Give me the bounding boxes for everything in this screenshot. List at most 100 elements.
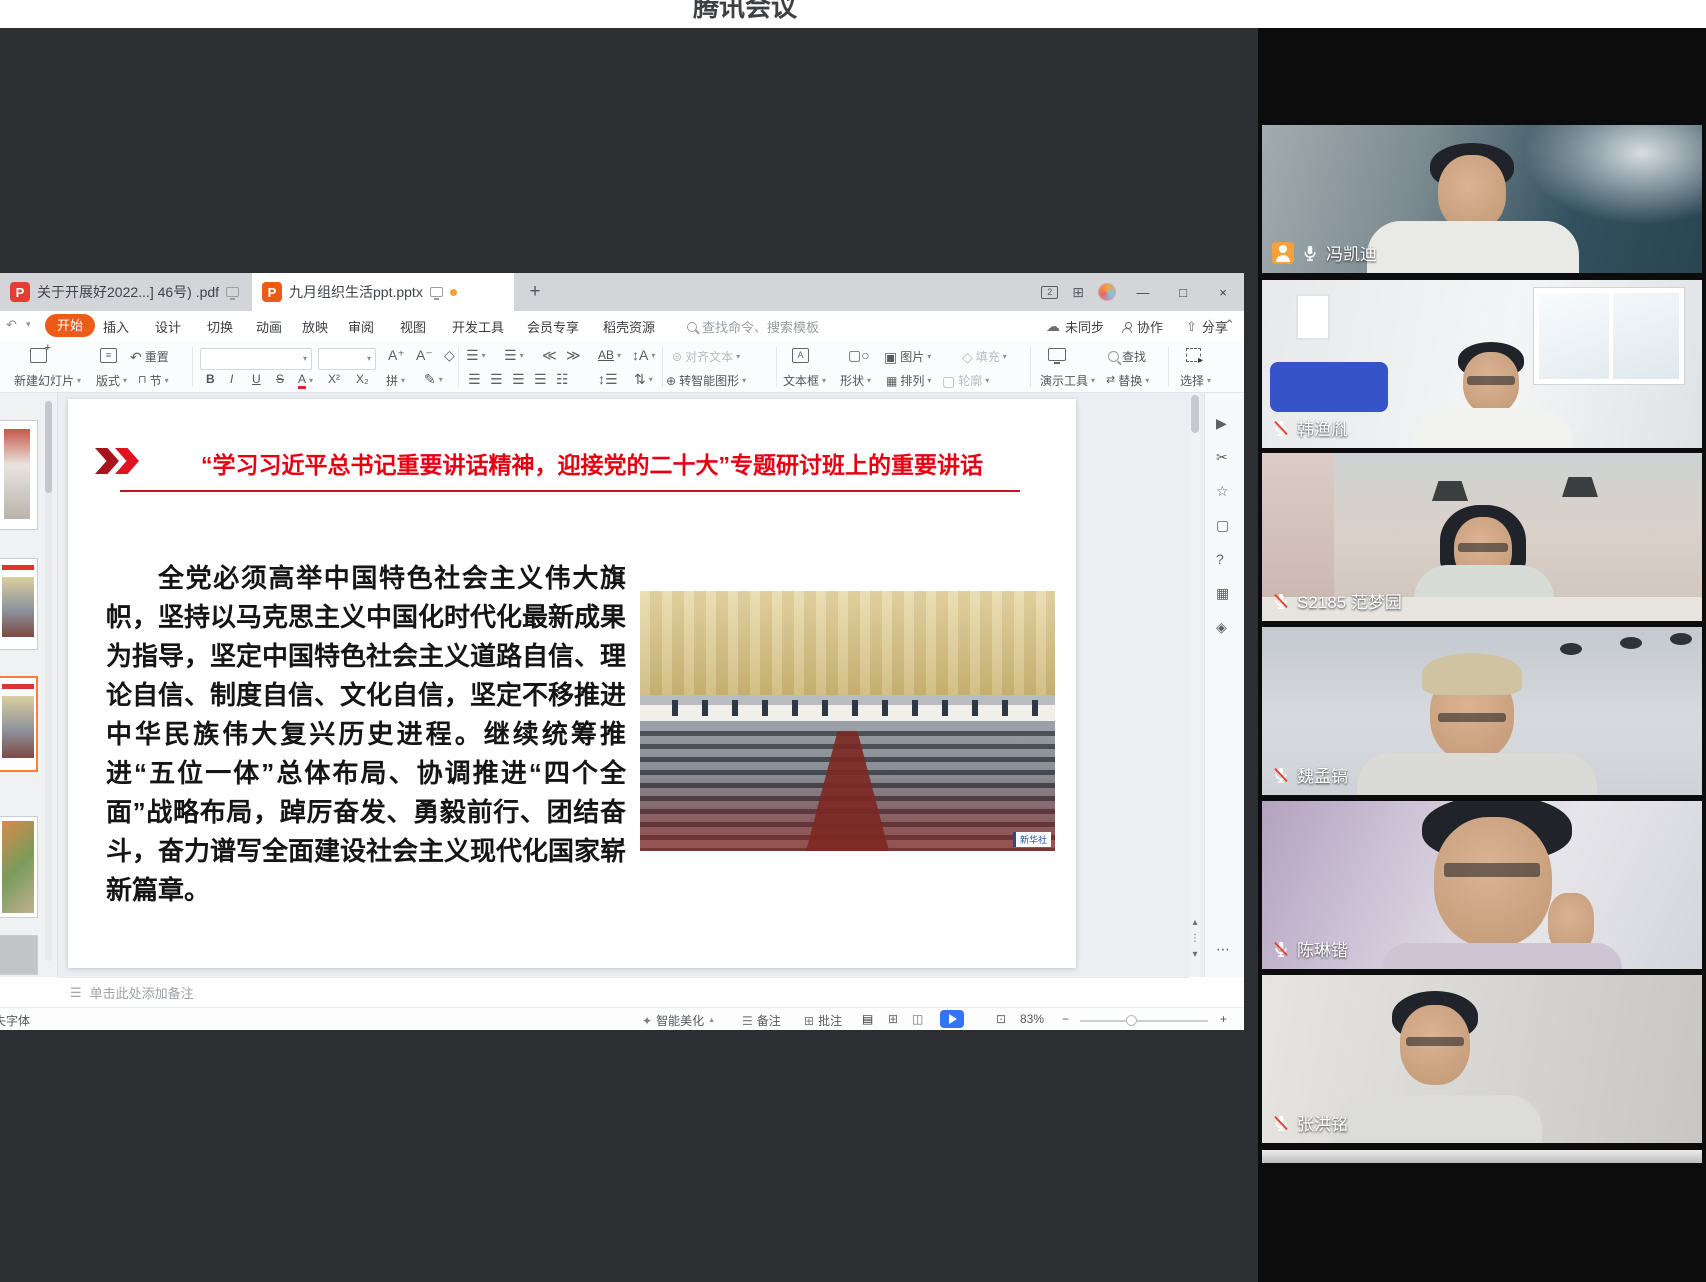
normal-view-icon[interactable]: ▤ xyxy=(862,1012,873,1026)
minimize-button[interactable]: — xyxy=(1130,285,1156,300)
pinyin-guide-button[interactable]: 拼▾ xyxy=(386,372,405,389)
fill-button[interactable]: ◇填充▾ xyxy=(962,348,1007,365)
quick-access-chevron-icon[interactable]: ▾ xyxy=(26,319,31,330)
slide-sorter-view-icon[interactable]: ⊞ xyxy=(888,1012,898,1026)
strikethrough-button[interactable]: S xyxy=(276,372,284,386)
distribute-icon[interactable]: ☷ xyxy=(556,372,569,386)
text-direction-icon[interactable]: AB▾ xyxy=(598,348,621,362)
participant-tile[interactable]: 冯凯迪 xyxy=(1262,125,1702,273)
layout-icon[interactable]: ≡ xyxy=(100,348,117,363)
participant-tile[interactable]: 张洪铭 xyxy=(1262,975,1702,1143)
menu-slideshow[interactable]: 放映 xyxy=(302,317,328,336)
outline-button[interactable]: ▢轮廓▾ xyxy=(942,372,989,389)
decrease-indent-icon[interactable]: ≪ xyxy=(542,348,557,362)
slide-scrollbar[interactable] xyxy=(1190,393,1200,977)
textbox-icon[interactable]: A xyxy=(792,348,809,363)
increase-indent-icon[interactable]: ≫ xyxy=(566,348,581,362)
slide-thumbnail-2[interactable] xyxy=(0,558,38,650)
diamond-tool-icon[interactable]: ◈ xyxy=(1216,619,1227,636)
slide-nav-icon[interactable]: ⋮ xyxy=(1186,933,1204,944)
section-button[interactable]: ⊓节▾ xyxy=(138,372,169,389)
tab-pdf-document[interactable]: P 关于开展好2022...] 46号) .pdf xyxy=(0,273,252,311)
bold-button[interactable]: B xyxy=(206,372,215,386)
participant-tile[interactable]: S2185 范梦园 xyxy=(1262,453,1702,621)
fit-slide-icon[interactable]: ⊡ xyxy=(996,1012,1006,1026)
layout-button[interactable]: 版式▾ xyxy=(96,372,127,389)
select-icon[interactable] xyxy=(1186,348,1201,362)
underline-button[interactable]: U xyxy=(252,372,261,386)
to-smart-graphic-button[interactable]: ⊕转智能图形▾ xyxy=(666,372,746,389)
picture-button[interactable]: ▣图片▾ xyxy=(884,348,931,365)
zoom-slider-track[interactable] xyxy=(1080,1020,1208,1022)
notes-bar[interactable]: ☰ 单击此处添加备注 xyxy=(58,977,1190,1007)
numbered-list-icon[interactable]: ☰▾ xyxy=(504,348,524,362)
align-right-icon[interactable]: ☰ xyxy=(512,372,525,386)
start-slideshow-button[interactable] xyxy=(940,1010,964,1028)
italic-button[interactable]: I xyxy=(230,372,233,386)
star-favorite-icon[interactable]: ☆ xyxy=(1216,483,1229,500)
undo-icon[interactable]: ↶ xyxy=(6,317,17,333)
slide-canvas[interactable]: “学习习近平总书记重要讲话精神，迎接党的二十大”专题研讨班上的重要讲话 全党必须… xyxy=(68,399,1076,968)
more-menu-icon[interactable]: ⋮ xyxy=(1203,317,1216,333)
participant-tile[interactable]: 陈琳锴 xyxy=(1262,801,1702,969)
find-button[interactable]: 查找 xyxy=(1108,348,1146,365)
menu-home[interactable]: 开始 xyxy=(45,314,95,337)
zoom-level[interactable]: 83% xyxy=(1020,1012,1044,1026)
slide-thumbnail-1[interactable] xyxy=(0,420,38,530)
new-tab-button[interactable]: + xyxy=(522,279,548,305)
bullet-list-icon[interactable]: ☰▾ xyxy=(466,348,486,362)
zoom-in-button[interactable]: + xyxy=(1220,1012,1227,1026)
next-slide-icon[interactable]: ▾ xyxy=(1186,949,1204,960)
reading-view-icon[interactable]: ◫ xyxy=(912,1012,923,1026)
select-button[interactable]: 选择▾ xyxy=(1180,372,1211,389)
clear-format-icon[interactable]: ◇ xyxy=(444,348,455,362)
shape-button[interactable]: 形状▾ xyxy=(840,372,871,389)
highlighter-button[interactable]: ✎▾ xyxy=(424,372,443,386)
gallery-tool-icon[interactable]: ▦ xyxy=(1216,585,1229,602)
font-color-button[interactable]: A▾ xyxy=(298,372,313,389)
crop-tool-icon[interactable]: ✂ xyxy=(1216,449,1228,466)
help-icon[interactable]: ? xyxy=(1216,551,1224,567)
menu-insert[interactable]: 插入 xyxy=(103,317,129,336)
more-tools-icon[interactable]: ⋯ xyxy=(1216,941,1230,958)
menu-review[interactable]: 审阅 xyxy=(348,317,374,336)
apps-grid-icon[interactable]: ⊞ xyxy=(1072,285,1084,299)
decrease-font-icon[interactable]: A⁻ xyxy=(416,348,433,362)
slide-thumbnail-5[interactable] xyxy=(0,935,38,975)
menu-animation[interactable]: 动画 xyxy=(256,317,282,336)
menu-transition[interactable]: 切换 xyxy=(207,317,233,336)
command-search[interactable]: 查找命令、搜索模板 xyxy=(687,317,819,336)
account-avatar[interactable] xyxy=(1098,283,1116,301)
line-spacing-icon[interactable]: ↕A▾ xyxy=(632,348,655,362)
align-text-button[interactable]: ⊜对齐文本▾ xyxy=(672,348,740,365)
menu-view[interactable]: 视图 xyxy=(400,317,426,336)
paragraph-spacing-icon[interactable]: ⇅▾ xyxy=(634,372,653,386)
menu-templates[interactable]: 稻壳资源 xyxy=(603,317,655,336)
new-slide-icon[interactable] xyxy=(30,348,47,363)
zoom-slider-knob[interactable] xyxy=(1126,1015,1137,1026)
previous-slide-icon[interactable]: ▴ xyxy=(1186,917,1204,928)
missing-font-warning[interactable]: 失字体 xyxy=(0,1012,30,1029)
zoom-out-button[interactable]: − xyxy=(1062,1012,1069,1026)
subscript-button[interactable]: X₂ xyxy=(356,372,369,386)
collapse-ribbon-icon[interactable]: ⌃ xyxy=(1224,317,1235,333)
arrange-button[interactable]: ▦排列▾ xyxy=(886,372,931,389)
menu-design[interactable]: 设计 xyxy=(155,317,181,336)
thumbnail-scrollbar[interactable] xyxy=(45,401,52,961)
comments-toggle-button[interactable]: ⊞ 批注 xyxy=(804,1012,842,1029)
present-tools-button[interactable]: 演示工具▾ xyxy=(1040,372,1095,389)
sync-status[interactable]: ☁ 未同步 xyxy=(1046,317,1104,336)
menu-devtools[interactable]: 开发工具 xyxy=(452,317,504,336)
play-from-slide-icon[interactable]: ▶ xyxy=(1216,415,1227,432)
slide-thumbnail-4[interactable] xyxy=(0,816,38,918)
font-family-select[interactable] xyxy=(200,348,312,370)
textbox-button[interactable]: 文本框▾ xyxy=(783,372,826,389)
shape-icon[interactable]: ▢○ xyxy=(848,348,870,362)
align-center-icon[interactable]: ☰ xyxy=(490,372,503,386)
participant-tile[interactable]: 韩渔胤 xyxy=(1262,280,1702,448)
participant-tile-partial[interactable] xyxy=(1262,1150,1702,1163)
font-size-select[interactable] xyxy=(318,348,376,370)
notes-toggle-button[interactable]: ☰ 备注 xyxy=(742,1012,781,1029)
window-tool-icon[interactable]: ▢ xyxy=(1216,517,1229,534)
smart-beautify-button[interactable]: ✦ 智能美化 ▲ xyxy=(642,1012,715,1029)
